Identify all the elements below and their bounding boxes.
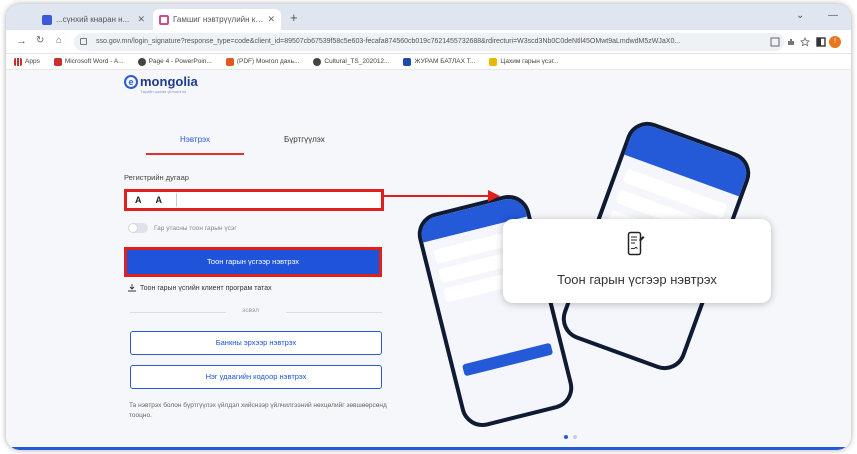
bookmark-apps[interactable]: Apps [14,57,40,66]
digital-signature-login-button[interactable]: Тоон гарын үсгээр нэвтрэх [124,247,382,277]
bookmark-label: (PDF) Монгол дахь... [236,58,300,65]
download-icon [128,284,136,292]
browser-tab-2[interactable]: Гамшиг нэвтрүүлийн кнаран хэ... ✕ [153,9,281,30]
home-icon[interactable]: ⌂ [56,35,62,46]
or-text: эсвэл [242,307,259,314]
address-bar-row: → ↻ ⌂ sso.gov.mn/login_signature?respons… [6,30,851,54]
browser-tab-1[interactable]: ...сүнхий кнаран н... ✕ [36,9,151,30]
otp-login-button[interactable]: Нэг удаагийн кодоор нэвтрэх [130,365,382,389]
pdf-icon [53,57,62,66]
new-tab-button[interactable]: + [290,10,298,25]
tab-label: ...сүнхий кнаран н... [56,15,130,24]
tab-favicon-icon [42,14,52,25]
mobile-signature-toggle-row: Гар утасны тоон гарын үсэг [128,223,237,233]
tab-label: Гамшиг нэвтрүүлийн кнаран хэ... [173,15,264,24]
phone-signature-icon [627,231,645,256]
annotation-arrow-line [384,195,488,197]
carousel-dot[interactable] [564,435,568,439]
divider-line [286,312,382,313]
globe-icon [313,57,322,66]
document-icon [403,57,412,66]
tab-favicon-icon [159,14,169,25]
logo-e-icon: e [124,74,138,89]
bookmark-label: Microsoft Word - A... [64,58,124,65]
bottom-accent-bar [6,447,851,450]
tab-login[interactable]: Нэвтрэх [146,135,244,144]
or-divider: эсвэл [130,307,382,317]
extension-icon[interactable] [786,37,796,47]
logo-subtitle: Төрийн цахим үйлчилгээ [140,89,186,94]
emongolia-logo[interactable]: e mongolia [124,74,198,89]
bookmark-label: ЖУРАМ БАТЛАХ Т... [414,58,476,65]
bookmark-label: Apps [25,58,40,65]
reload-icon[interactable]: ↻ [36,35,44,46]
globe-icon [137,57,146,66]
forward-icon[interactable]: → [16,35,27,47]
share-icon[interactable] [770,37,780,47]
terms-note: Та нэвтрэх болон бүртгүүлэх үйлдэл хийсн… [129,402,387,419]
bookmark-cultural[interactable]: Cultural_TS_202012... [313,57,390,66]
bookmark-label: Page 4 - PowerPoin... [148,58,212,65]
url-input[interactable]: sso.gov.mn/login_signature?response_type… [74,33,784,51]
apps-grid-icon [14,57,22,66]
active-tab-indicator [146,153,244,155]
star-icon[interactable] [800,37,810,47]
bookmark-powerpoint[interactable]: Page 4 - PowerPoin... [137,57,212,66]
divider-line [130,312,226,313]
profile-avatar[interactable]: ! [829,36,841,48]
mobile-signature-toggle[interactable] [128,223,148,233]
bookmark-label: Cultural_TS_202012... [324,58,390,65]
bookmarks-bar: Apps Microsoft Word - A... Page 4 - Powe… [6,54,851,70]
annotation-arrow-head [488,190,500,202]
screenshot-frame: ...сүнхий кнаран н... ✕ Гамшиг нэвтрүүли… [6,4,851,450]
bank-login-button[interactable]: Банкны эрхээр нэвтрэх [130,331,382,355]
download-client-link[interactable]: Тоон гарын үсгийн клиент програм татах [128,284,272,292]
pdf-icon [225,57,234,66]
sidepanel-icon[interactable] [816,37,826,47]
phone-card [461,342,554,377]
logo-word: mongolia [140,74,198,89]
registry-letter-1[interactable]: А [135,195,142,205]
folder-icon [489,57,498,66]
bookmark-label: Цахим гарын үсэг... [500,58,559,65]
minimize-window-button[interactable]: — [828,10,838,21]
toggle-label: Гар утасны тоон гарын үсэг [154,224,237,232]
bookmark-signature[interactable]: Цахим гарын үсэг... [489,57,559,66]
registry-letter-2[interactable]: А [156,195,163,205]
carousel-dots [564,435,577,439]
callout-card: Тоон гарын үсгээр нэвтрэх [503,219,771,303]
registry-label: Регистрийн дугаар [124,173,189,182]
download-label: Тоон гарын үсгийн клиент програм татах [140,284,272,292]
tab-register[interactable]: Бүртгүүлэх [284,135,325,144]
tab-search-icon[interactable]: ⌄ [796,10,804,21]
tab-close-icon[interactable]: ✕ [267,14,275,25]
carousel-dot[interactable] [573,435,577,439]
tab-close-icon[interactable]: ✕ [137,14,145,25]
browser-tab-bar: ...сүнхий кнаран н... ✕ Гамшиг нэвтрүүли… [6,4,851,30]
lock-icon[interactable] [80,38,87,45]
bookmark-pdf[interactable]: (PDF) Монгол дахь... [225,57,300,66]
callout-text: Тоон гарын үсгээр нэвтрэх [557,272,717,287]
registry-input[interactable]: А А [124,189,384,211]
bookmark-word[interactable]: Microsoft Word - A... [53,57,124,66]
input-divider [176,193,177,207]
bookmark-juram[interactable]: ЖУРАМ БАТЛАХ Т... [403,57,476,66]
login-tabs: Нэвтрэх Бүртгүүлэх [146,131,386,157]
